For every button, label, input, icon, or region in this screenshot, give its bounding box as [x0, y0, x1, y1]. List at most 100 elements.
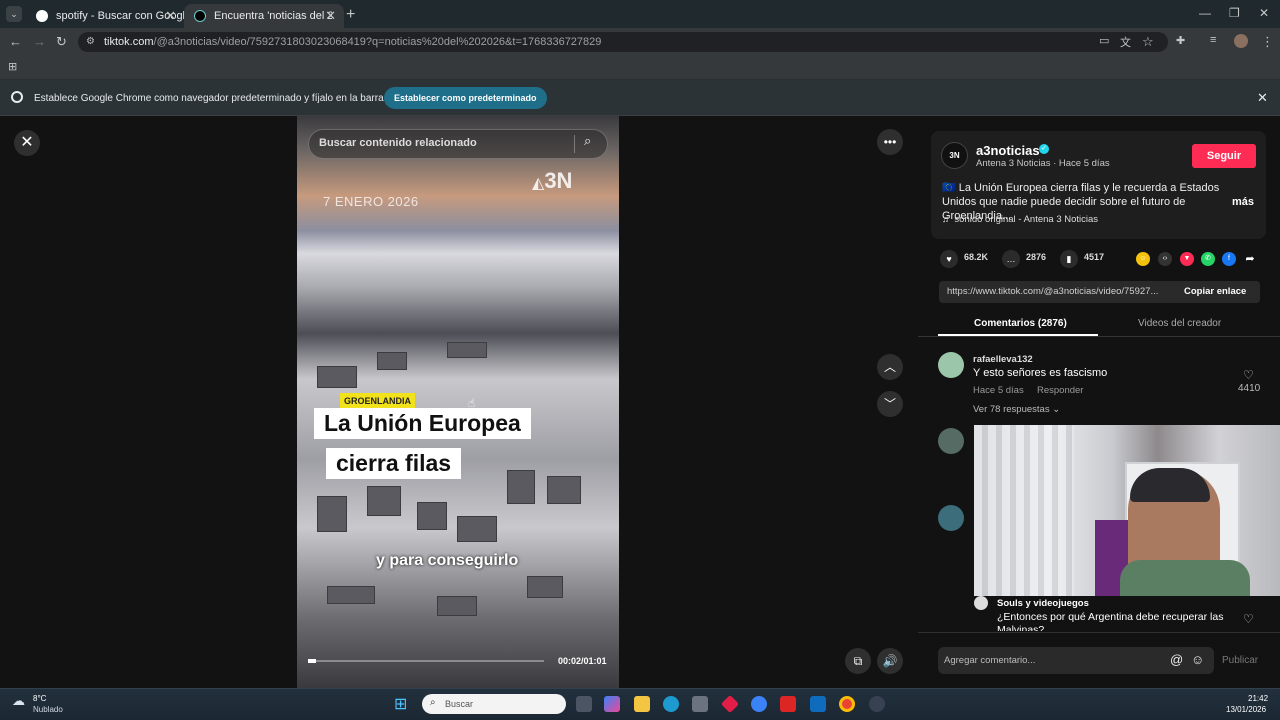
search-icon[interactable]: ⌕ [584, 133, 591, 149]
windows-start-icon[interactable]: ⊞ [394, 694, 407, 714]
reply-button[interactable]: Responder [1037, 385, 1083, 396]
video-progress-bar[interactable] [308, 660, 544, 662]
copilot-icon[interactable] [604, 696, 620, 712]
reload-icon[interactable]: ↻ [56, 34, 67, 50]
whatsapp-icon[interactable]: ✆ [1201, 252, 1215, 266]
url-text[interactable]: tiktok.com/@a3noticias/video/75927318030… [104, 36, 601, 48]
repost-icon[interactable]: ☺ [1136, 252, 1150, 266]
bookmarks-bar [0, 56, 1280, 80]
video-link-text[interactable]: https://www.tiktok.com/@a3noticias/video… [947, 286, 1158, 297]
google-favicon-icon [36, 10, 48, 22]
weather-temp[interactable]: 8°C [33, 694, 46, 703]
tiktok-favicon-icon [194, 10, 206, 22]
headline-line-1: La Unión Europea [314, 408, 531, 439]
app-shield-icon[interactable] [780, 696, 796, 712]
logo-text: 3N [544, 168, 573, 193]
bookmark-star-icon[interactable]: ☆ [1142, 34, 1154, 50]
browser-tab-google[interactable]: spotify - Buscar con Google ✕ [26, 4, 184, 28]
comment-avatar[interactable] [938, 352, 964, 378]
comment-username[interactable]: Souls y videojuegos [997, 598, 1089, 609]
comment-like-icon[interactable]: ♡ [1243, 368, 1254, 382]
more-link[interactable]: más [1232, 195, 1254, 209]
video-date-overlay: 7 ENERO 2026 [323, 194, 419, 209]
url-domain: tiktok.com [104, 36, 154, 48]
new-tab-icon[interactable]: + [346, 6, 355, 24]
video-time: 00:02/01:01 [558, 656, 607, 666]
like-icon[interactable]: ♥ [940, 250, 958, 268]
comment-icon[interactable]: … [1002, 250, 1020, 268]
site-info-icon[interactable]: ⚙ [86, 36, 95, 47]
apps-grid-icon[interactable]: ⊞ [8, 60, 17, 73]
comment-like-icon[interactable]: ♡ [1243, 612, 1254, 626]
task-view-icon[interactable] [576, 696, 592, 712]
restore-icon[interactable]: ❐ [1229, 6, 1240, 20]
tab-creator-videos[interactable]: Videos del creador [1138, 318, 1221, 329]
author-name[interactable]: a3noticias [976, 143, 1040, 158]
infobar-close-icon[interactable]: ✕ [1257, 90, 1268, 106]
weather-desc[interactable]: Nublado [33, 705, 63, 714]
webcam-curtain [974, 425, 1074, 596]
back-icon[interactable]: ← [9, 34, 22, 49]
author-meta: Antena 3 Noticias · Hace 5 días [976, 158, 1110, 169]
facebook-icon[interactable]: f [1222, 252, 1236, 266]
chrome-menu-icon[interactable]: ⋮ [1261, 34, 1274, 50]
follow-button[interactable]: Seguir [1192, 144, 1256, 168]
comment-count: 2876 [1026, 252, 1047, 262]
file-explorer-icon[interactable] [634, 696, 650, 712]
music-note-icon: ♫ [942, 214, 950, 225]
view-replies-button[interactable]: Ver 78 respuestas ⌄ [973, 404, 1060, 415]
search-divider [574, 135, 575, 153]
comment-username[interactable]: rafaelleva132 [973, 354, 1033, 365]
extensions-icon[interactable]: ✚ [1176, 34, 1185, 47]
copy-link-button[interactable]: Copiar enlace [1184, 286, 1246, 297]
close-tab-icon[interactable]: ✕ [325, 8, 336, 24]
outlook-icon[interactable] [810, 696, 826, 712]
comment-avatar[interactable] [974, 596, 988, 610]
profile-avatar[interactable] [1234, 34, 1248, 48]
taskbar-search-input[interactable] [422, 694, 566, 714]
mention-icon[interactable]: @ [1170, 652, 1183, 667]
save-icon[interactable]: ▮ [1060, 250, 1078, 268]
store-icon[interactable] [692, 696, 708, 712]
minimize-icon[interactable]: — [1199, 6, 1211, 20]
clock-date[interactable]: 13/01/2026 [1226, 705, 1266, 714]
share-arrow-icon[interactable]: ➦ [1243, 252, 1257, 266]
video-progress-fill [308, 659, 316, 663]
sound-link[interactable]: ♫ sonido original - Antena 3 Noticias [942, 214, 1098, 225]
chrome-taskbar-icon[interactable] [839, 696, 855, 712]
floating-player-icon[interactable]: ⧉ [845, 648, 871, 674]
taskbar-search-placeholder: Buscar [445, 699, 474, 709]
volume-icon[interactable]: 🔊 [877, 648, 903, 674]
set-default-button[interactable]: Establecer como predeterminado [384, 87, 547, 109]
tab-search-button[interactable]: ⌄ [6, 6, 22, 22]
webcam-cap [1130, 468, 1210, 502]
media-control-icon[interactable]: ≡ [1210, 34, 1216, 46]
emoji-icon[interactable]: ☺ [1191, 652, 1204, 667]
send-to-friends-icon[interactable]: ▼ [1180, 252, 1194, 266]
view-replies-label: Ver 78 respuestas [973, 404, 1050, 415]
previous-video-icon[interactable]: ︿ [877, 354, 903, 380]
comment-text: ¿Entonces por qué Argentina debe recuper… [997, 611, 1224, 631]
weather-cloud-icon[interactable]: ☁ [12, 693, 25, 709]
next-video-icon[interactable]: ﹀ [877, 391, 903, 417]
forward-icon[interactable]: → [33, 34, 46, 49]
browser-tab-tiktok[interactable]: Encuentra 'noticias del 2026' en ✕ [184, 4, 344, 28]
close-video-button[interactable]: ✕ [14, 130, 40, 156]
related-search-placeholder: Buscar contenido relacionado [319, 137, 477, 149]
publish-button[interactable]: Publicar [1222, 655, 1258, 666]
author-avatar[interactable]: 3N [941, 142, 968, 169]
app-gray-icon[interactable] [869, 696, 885, 712]
more-options-icon[interactable]: ••• [877, 129, 903, 155]
comment-avatar[interactable] [938, 505, 964, 531]
edge-icon[interactable] [663, 696, 679, 712]
clock-time[interactable]: 21:42 [1248, 694, 1268, 703]
app-blue-icon[interactable] [751, 696, 767, 712]
like-count: 68.2K [964, 252, 989, 262]
tab-comments[interactable]: Comentarios (2876) [974, 318, 1067, 329]
cast-icon[interactable]: ▭ [1099, 34, 1109, 47]
comment-avatar[interactable] [938, 428, 964, 454]
embed-icon[interactable]: ‹› [1158, 252, 1172, 266]
close-window-icon[interactable]: ✕ [1259, 6, 1269, 20]
close-tab-icon[interactable]: ✕ [165, 8, 176, 24]
translate-icon[interactable]: 文 [1120, 34, 1131, 50]
